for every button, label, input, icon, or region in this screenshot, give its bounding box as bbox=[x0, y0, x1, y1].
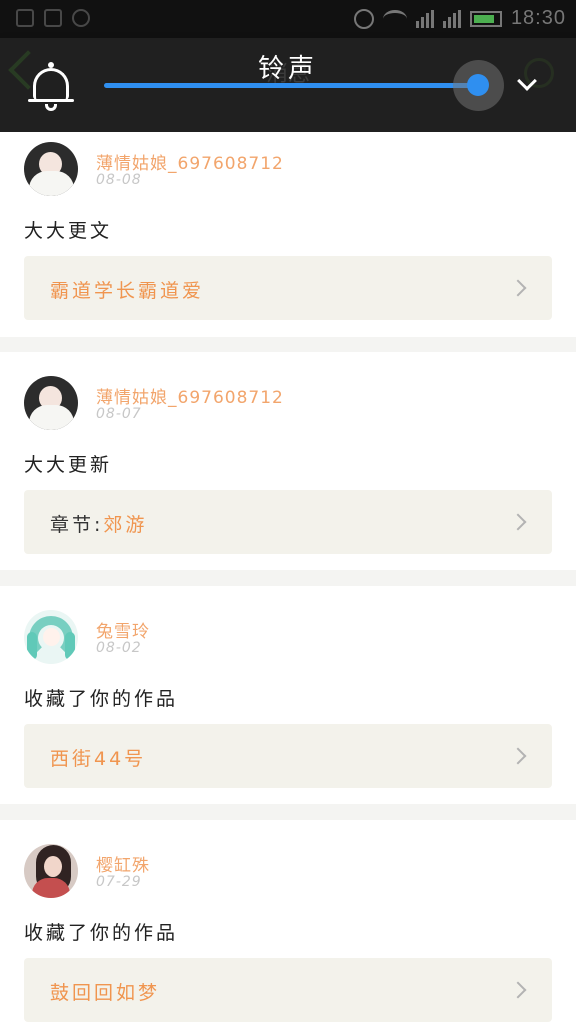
message-card: 薄情姑娘_697608712 08-08 大大更文 霸道学长霸道爱 bbox=[0, 132, 576, 337]
signal-icon bbox=[442, 9, 461, 28]
alarm-icon bbox=[353, 8, 374, 29]
chapter-reference-link[interactable]: 章节:郊游 bbox=[24, 490, 552, 554]
status-right-icons: 18:30 bbox=[353, 7, 566, 30]
chapter-reference-title: 章节:郊游 bbox=[50, 510, 147, 537]
avatar[interactable] bbox=[24, 844, 78, 898]
work-reference-title: 西街44号 bbox=[50, 744, 146, 771]
signal-icon bbox=[415, 9, 434, 28]
avatar[interactable] bbox=[24, 610, 78, 664]
volume-title: 铃声 bbox=[257, 54, 318, 84]
add-icon bbox=[16, 9, 34, 27]
work-reference-link[interactable]: 西街44号 bbox=[24, 724, 552, 788]
message-card: 薄情姑娘_697608712 08-07 大大更新 章节:郊游 bbox=[0, 352, 576, 570]
chevron-right-icon bbox=[509, 747, 527, 765]
work-reference-title: 霸道学长霸道爱 bbox=[50, 276, 204, 303]
message-text: 收藏了你的作品 bbox=[24, 922, 179, 944]
message-date: 08-08 bbox=[96, 172, 142, 188]
android-icon bbox=[72, 9, 90, 27]
message-date: 07-29 bbox=[96, 874, 142, 890]
chapter-reference-name: 郊游 bbox=[103, 514, 148, 536]
wifi-icon bbox=[382, 9, 407, 28]
chevron-right-icon bbox=[509, 279, 527, 297]
app-screen: 18:30 消息 铃声 薄情姑娘_697608712 08-08 大大更文 霸道… bbox=[0, 0, 576, 1024]
message-feed: 薄情姑娘_697608712 08-08 大大更文 霸道学长霸道爱 薄情姑娘_6… bbox=[0, 132, 576, 1024]
chapter-reference-prefix: 章节: bbox=[50, 514, 104, 536]
message-user-name[interactable]: 薄情姑娘_697608712 bbox=[96, 149, 284, 174]
message-card: 樱缸殊 07-29 收藏了你的作品 鼓回回如梦 bbox=[0, 820, 576, 1024]
volume-overlay: 消息 铃声 bbox=[0, 38, 576, 132]
work-reference-name: 西街44号 bbox=[50, 748, 147, 770]
battery-icon bbox=[469, 10, 502, 27]
message-card: 兔雪玲 08-02 收藏了你的作品 西街44号 bbox=[0, 586, 576, 804]
work-reference-link[interactable]: 鼓回回如梦 bbox=[24, 958, 552, 1022]
message-user-name[interactable]: 兔雪玲 bbox=[96, 617, 150, 642]
work-reference-name: 霸道学长霸道爱 bbox=[50, 280, 205, 302]
message-text: 收藏了你的作品 bbox=[24, 688, 179, 710]
message-user-name[interactable]: 樱缸殊 bbox=[96, 851, 150, 876]
avatar[interactable] bbox=[24, 142, 78, 196]
message-date: 08-02 bbox=[96, 640, 142, 656]
status-bar: 18:30 bbox=[0, 0, 576, 38]
message-text: 大大更新 bbox=[24, 454, 113, 476]
image-icon bbox=[44, 9, 62, 27]
message-user-name[interactable]: 薄情姑娘_697608712 bbox=[96, 383, 284, 408]
status-left-icons bbox=[16, 9, 90, 27]
message-date: 08-07 bbox=[96, 406, 142, 422]
status-time: 18:30 bbox=[510, 7, 566, 29]
chevron-right-icon bbox=[509, 981, 527, 999]
work-reference-title: 鼓回回如梦 bbox=[50, 978, 160, 1005]
work-reference-link[interactable]: 霸道学长霸道爱 bbox=[24, 256, 552, 320]
avatar[interactable] bbox=[24, 376, 78, 430]
work-reference-name: 鼓回回如梦 bbox=[50, 982, 161, 1004]
chevron-right-icon bbox=[509, 513, 527, 531]
message-text: 大大更文 bbox=[24, 220, 113, 242]
